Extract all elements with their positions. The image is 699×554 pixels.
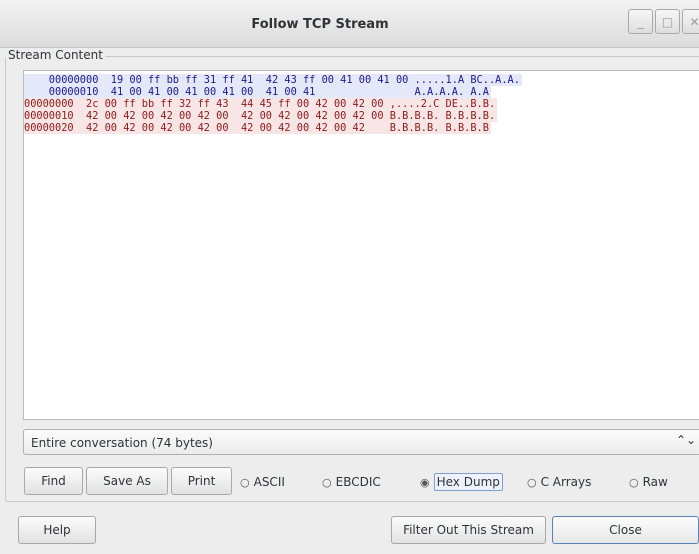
radio-unchecked-icon: ○ <box>322 476 332 489</box>
radio-unchecked-icon: ○ <box>240 476 250 489</box>
radio-unchecked-icon: ○ <box>527 476 537 489</box>
radio-checked-icon: ◉ <box>420 476 430 489</box>
minimize-icon[interactable]: _ <box>628 9 653 34</box>
maximize-icon[interactable]: □ <box>655 9 680 34</box>
chevron-updown-icon: ⌃⌄ <box>676 433 697 447</box>
radio-hex-dump[interactable]: ◉ Hex Dump <box>420 473 503 491</box>
radio-ascii-label: ASCII <box>253 475 285 489</box>
stream-content-view[interactable]: 00000000 19 00 ff bb ff 31 ff 41 42 43 f… <box>23 70 699 420</box>
close-icon[interactable]: ✕ <box>682 9 699 34</box>
radio-c-arrays-label: C Arrays <box>540 475 592 489</box>
radio-raw-label: Raw <box>642 475 668 489</box>
filter-out-stream-button[interactable]: Filter Out This Stream <box>391 516 546 544</box>
hex-line-server: 00000020 42 00 42 00 42 00 42 00 42 00 4… <box>24 122 491 134</box>
radio-ascii[interactable]: ○ ASCII <box>240 474 285 490</box>
hex-line-client: 00000010 41 00 41 00 41 00 41 00 41 00 4… <box>24 86 491 98</box>
hex-line-client: 00000000 19 00 ff bb ff 31 ff 41 42 43 f… <box>24 74 522 86</box>
find-button[interactable]: Find <box>24 467 83 495</box>
conversation-select-value: Entire conversation (74 bytes) <box>31 436 213 450</box>
radio-ebcdic-label: EBCDIC <box>335 475 381 489</box>
window-title: Follow TCP Stream <box>251 17 389 32</box>
help-button[interactable]: Help <box>18 516 96 544</box>
title-bar: Follow TCP Stream _ □ ✕ <box>0 0 699 48</box>
save-as-button[interactable]: Save As <box>86 467 168 495</box>
hex-line-server: 00000000 2c 00 ff bb ff 32 ff 43 44 45 f… <box>24 98 498 110</box>
hex-line-server: 00000010 42 00 42 00 42 00 42 00 42 00 4… <box>24 110 498 122</box>
radio-unchecked-icon: ○ <box>629 476 639 489</box>
print-button[interactable]: Print <box>171 467 232 495</box>
close-button[interactable]: Close <box>552 516 699 544</box>
stream-content-label: Stream Content <box>6 48 105 62</box>
radio-hex-dump-label: Hex Dump <box>433 473 503 491</box>
radio-c-arrays[interactable]: ○ C Arrays <box>527 474 591 490</box>
conversation-select[interactable]: Entire conversation (74 bytes) ⌃⌄ <box>23 429 699 455</box>
radio-raw[interactable]: ○ Raw <box>629 474 668 490</box>
radio-ebcdic[interactable]: ○ EBCDIC <box>322 474 381 490</box>
